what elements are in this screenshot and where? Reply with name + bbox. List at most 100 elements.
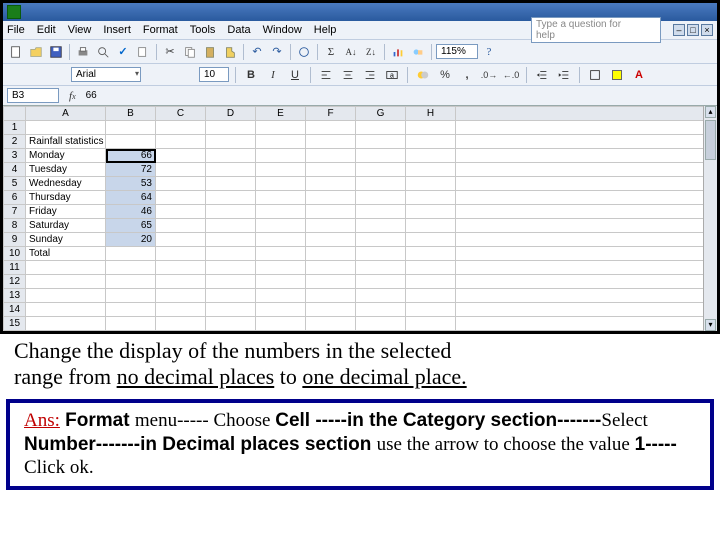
row-header[interactable]: 6 <box>4 191 26 205</box>
minimize-button[interactable]: – <box>673 24 685 36</box>
vertical-scrollbar[interactable]: ▴ ▾ <box>703 106 717 331</box>
fx-icon[interactable]: fx <box>67 90 78 102</box>
font-name-select[interactable]: Arial▾ <box>71 67 141 82</box>
chart-icon[interactable] <box>389 43 407 61</box>
row-header[interactable]: 1 <box>4 121 26 135</box>
row-header[interactable]: 12 <box>4 275 26 289</box>
sort-asc-icon[interactable]: A↓ <box>342 43 360 61</box>
decrease-decimal-icon[interactable]: ←.0 <box>502 66 520 84</box>
sort-desc-icon[interactable]: Z↓ <box>362 43 380 61</box>
cell[interactable]: 72 <box>106 163 156 177</box>
menu-edit[interactable]: Edit <box>37 24 56 36</box>
name-box[interactable]: B3 <box>7 88 59 103</box>
increase-indent-icon[interactable] <box>555 66 573 84</box>
new-icon[interactable] <box>7 43 25 61</box>
select-all-corner[interactable] <box>4 107 26 121</box>
row-header[interactable]: 8 <box>4 219 26 233</box>
cell[interactable]: 64 <box>106 191 156 205</box>
cut-icon[interactable]: ✂ <box>161 43 179 61</box>
align-right-icon[interactable] <box>361 66 379 84</box>
italic-button[interactable]: I <box>264 66 282 84</box>
font-color-icon[interactable]: A <box>630 66 648 84</box>
redo-icon[interactable]: ↷ <box>268 43 286 61</box>
undo-icon[interactable]: ↶ <box>248 43 266 61</box>
font-size-select[interactable]: 10 <box>199 67 229 82</box>
print-icon[interactable] <box>74 43 92 61</box>
formula-value[interactable]: 66 <box>86 90 97 101</box>
col-header-e[interactable]: E <box>256 107 306 121</box>
fill-color-icon[interactable] <box>608 66 626 84</box>
comma-icon[interactable]: , <box>458 66 476 84</box>
drawing-icon[interactable] <box>409 43 427 61</box>
menu-data[interactable]: Data <box>227 24 250 36</box>
menu-file[interactable]: File <box>7 24 25 36</box>
spell-icon[interactable]: ✓ <box>114 43 132 61</box>
restore-button[interactable]: □ <box>687 24 699 36</box>
row-header[interactable]: 3 <box>4 149 26 163</box>
menu-help[interactable]: Help <box>314 24 337 36</box>
link-icon[interactable] <box>295 43 313 61</box>
research-icon[interactable] <box>134 43 152 61</box>
cell[interactable]: Tuesday <box>26 163 106 177</box>
cell[interactable]: Wednesday <box>26 177 106 191</box>
cell[interactable]: Thursday <box>26 191 106 205</box>
zoom-level[interactable]: 115% <box>436 44 478 59</box>
cell[interactable]: 53 <box>106 177 156 191</box>
paste-icon[interactable] <box>201 43 219 61</box>
cell[interactable]: Monday <box>26 149 106 163</box>
cell-a10[interactable]: Total <box>26 247 106 261</box>
save-icon[interactable] <box>47 43 65 61</box>
help-search[interactable]: Type a question for help <box>531 17 661 43</box>
menu-insert[interactable]: Insert <box>103 24 131 36</box>
col-header-g[interactable]: G <box>356 107 406 121</box>
row-header[interactable]: 10 <box>4 247 26 261</box>
col-header-b[interactable]: B <box>106 107 156 121</box>
row-header[interactable]: 5 <box>4 177 26 191</box>
underline-button[interactable]: U <box>286 66 304 84</box>
row-header[interactable]: 13 <box>4 289 26 303</box>
close-button[interactable]: × <box>701 24 713 36</box>
open-icon[interactable] <box>27 43 45 61</box>
cell-a2[interactable]: Rainfall statistics <box>26 135 106 149</box>
scroll-down-arrow[interactable]: ▾ <box>705 319 716 331</box>
borders-icon[interactable] <box>586 66 604 84</box>
cell[interactable]: 46 <box>106 205 156 219</box>
menu-tools[interactable]: Tools <box>190 24 216 36</box>
col-header-a[interactable]: A <box>26 107 106 121</box>
copy-icon[interactable] <box>181 43 199 61</box>
grid[interactable]: A B C D E F G H 1 2Rainfall statistics 3… <box>3 106 715 331</box>
merge-center-icon[interactable]: a <box>383 66 401 84</box>
row-header[interactable]: 14 <box>4 303 26 317</box>
row-header[interactable]: 4 <box>4 163 26 177</box>
row-header[interactable]: 11 <box>4 261 26 275</box>
cell[interactable]: 65 <box>106 219 156 233</box>
col-header-d[interactable]: D <box>206 107 256 121</box>
align-center-icon[interactable] <box>339 66 357 84</box>
preview-icon[interactable] <box>94 43 112 61</box>
menu-format[interactable]: Format <box>143 24 178 36</box>
menu-window[interactable]: Window <box>263 24 302 36</box>
format-painter-icon[interactable] <box>221 43 239 61</box>
cell[interactable]: Sunday <box>26 233 106 247</box>
percent-icon[interactable]: % <box>436 66 454 84</box>
row-header[interactable]: 7 <box>4 205 26 219</box>
autosum-icon[interactable]: Σ <box>322 43 340 61</box>
cell[interactable]: 20 <box>106 233 156 247</box>
row-header[interactable]: 2 <box>4 135 26 149</box>
currency-icon[interactable] <box>414 66 432 84</box>
row-header[interactable]: 9 <box>4 233 26 247</box>
menu-view[interactable]: View <box>68 24 92 36</box>
row-header[interactable]: 15 <box>4 317 26 331</box>
decrease-indent-icon[interactable] <box>533 66 551 84</box>
scroll-thumb[interactable] <box>705 120 716 160</box>
help-icon[interactable]: ? <box>480 43 498 61</box>
cell-b3[interactable]: 66 <box>106 149 156 163</box>
scroll-up-arrow[interactable]: ▴ <box>705 106 716 118</box>
increase-decimal-icon[interactable]: .0→ <box>480 66 498 84</box>
col-header-c[interactable]: C <box>156 107 206 121</box>
align-left-icon[interactable] <box>317 66 335 84</box>
col-header-h[interactable]: H <box>406 107 456 121</box>
bold-button[interactable]: B <box>242 66 260 84</box>
cell[interactable]: Saturday <box>26 219 106 233</box>
col-header-f[interactable]: F <box>306 107 356 121</box>
